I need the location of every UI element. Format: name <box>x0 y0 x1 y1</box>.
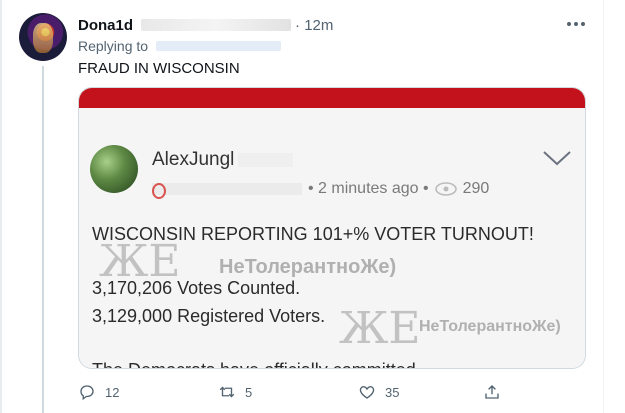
embedded-votes-counted: 3,170,206 Votes Counted. <box>92 278 301 298</box>
author-avatar[interactable] <box>19 13 67 61</box>
embedded-avatar <box>90 145 138 193</box>
tweet-text: FRAUD IN WISCONSIN <box>78 60 240 77</box>
redacted-reply-handle[interactable] <box>156 41 282 51</box>
timeline-right-border <box>603 0 604 413</box>
embedded-registered-voters: 3,129,000 Registered Voters. <box>92 306 326 326</box>
retweet-count: 5 <box>245 384 253 400</box>
more-options-icon[interactable] <box>564 16 588 32</box>
attached-image[interactable]: AlexJungl • 2 minutes ago • 290 ЖЕ НеТол… <box>78 87 586 369</box>
replying-label: Replying to <box>78 38 149 54</box>
timeline-left-border <box>0 0 2 413</box>
tweet-header: Dona1d · 12m <box>78 15 333 35</box>
heart-icon <box>359 386 375 399</box>
embedded-author-name: AlexJungl <box>152 149 235 170</box>
redacted-handle <box>141 19 292 31</box>
eye-icon <box>434 182 457 196</box>
retweet-button[interactable]: 5 <box>218 383 252 401</box>
chevron-down-icon <box>543 151 571 166</box>
tweet-actions: 12 5 35 <box>78 383 518 403</box>
redacted-meta <box>152 183 302 199</box>
tweet-time-value: 12m <box>304 16 334 34</box>
replying-to: Replying to <box>78 38 282 54</box>
view-count: 290 <box>462 180 490 197</box>
embedded-headline: WISCONSIN REPORTING 101+% VOTER TURNOUT! <box>92 224 534 244</box>
watermark-logo-icon: ЖЕ <box>339 303 421 354</box>
image-header-bar <box>79 88 585 108</box>
redacted-name <box>238 153 294 167</box>
retweet-icon <box>219 386 235 398</box>
author-name[interactable]: Dona1d <box>78 17 133 34</box>
reply-count: 12 <box>105 384 120 400</box>
share-icon <box>485 385 499 399</box>
reply-icon <box>80 385 94 401</box>
tweet-time[interactable]: · 12m <box>295 17 333 34</box>
embedded-time-value: 2 minutes ago <box>318 180 419 197</box>
embedded-meta: • 2 minutes ago • 290 <box>152 180 490 199</box>
thread-line <box>42 66 44 413</box>
embedded-post: AlexJungl • 2 minutes ago • 290 ЖЕ НеТол… <box>79 108 585 368</box>
share-button[interactable] <box>483 383 501 401</box>
reply-button[interactable]: 12 <box>78 383 119 401</box>
embedded-author: AlexJungl <box>152 149 294 171</box>
embedded-democrats-line: The Democrats have officially committed <box>92 360 416 368</box>
embedded-time: • 2 minutes ago • <box>308 180 429 197</box>
like-count: 35 <box>385 384 400 400</box>
watermark-text: НеТолерантноЖе) <box>219 256 397 278</box>
like-button[interactable]: 35 <box>358 383 399 401</box>
watermark-text-small: НеТолерантноЖе) <box>419 318 561 335</box>
